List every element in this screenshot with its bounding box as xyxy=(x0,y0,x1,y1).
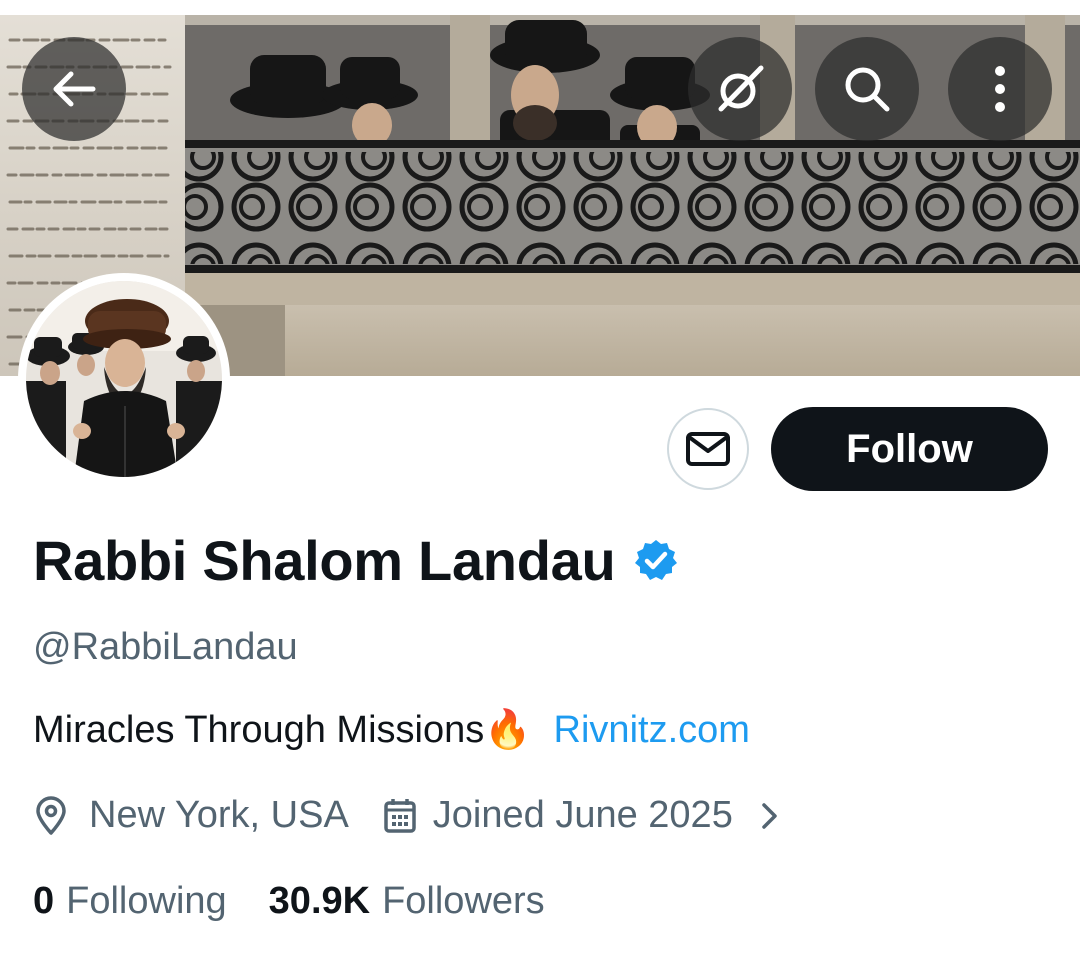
message-button[interactable] xyxy=(667,408,749,490)
verified-badge-icon[interactable] xyxy=(633,538,679,584)
following-count: 0 xyxy=(33,880,55,922)
profile-bio: Miracles Through Missions🔥 Rivnitz.com xyxy=(33,708,750,752)
chevron-right-icon xyxy=(762,802,777,829)
profile-stats: 0 Following 30.9K Followers xyxy=(33,880,545,923)
calendar-icon xyxy=(384,798,416,833)
avatar-image xyxy=(26,281,222,477)
grok-icon xyxy=(718,65,764,112)
search-button[interactable] xyxy=(815,37,919,141)
grok-button[interactable] xyxy=(688,37,792,141)
more-button[interactable] xyxy=(948,37,1052,141)
followers-label: Followers xyxy=(382,880,545,922)
follow-button[interactable]: Follow xyxy=(771,407,1048,491)
followers-stat[interactable]: 30.9K Followers xyxy=(269,880,545,923)
bio-link[interactable]: Rivnitz.com xyxy=(554,709,750,752)
followers-count: 30.9K xyxy=(268,880,371,922)
following-stat[interactable]: 0 Following xyxy=(33,880,227,923)
arrow-left-icon xyxy=(53,71,96,107)
more-vertical-icon xyxy=(995,66,1005,112)
back-button[interactable] xyxy=(22,37,126,141)
search-icon xyxy=(845,67,890,112)
location-pin-icon xyxy=(36,795,66,835)
joined-item[interactable]: Joined June 2025 xyxy=(383,794,781,837)
bio-text: Miracles Through Missions🔥 xyxy=(33,709,532,751)
envelope-icon xyxy=(686,432,730,466)
profile-name: Rabbi Shalom Landau xyxy=(33,529,616,592)
profile-handle: @RabbiLandau xyxy=(33,626,298,668)
location-text: New York, USA xyxy=(89,794,349,836)
following-label: Following xyxy=(66,880,227,922)
profile-meta: New York, USA Joined June 2025 xyxy=(33,794,781,837)
avatar[interactable] xyxy=(26,281,222,477)
joined-text: Joined June 2025 xyxy=(432,794,733,836)
profile-name-row: Rabbi Shalom Landau xyxy=(33,528,679,593)
location-item: New York, USA xyxy=(33,794,349,837)
